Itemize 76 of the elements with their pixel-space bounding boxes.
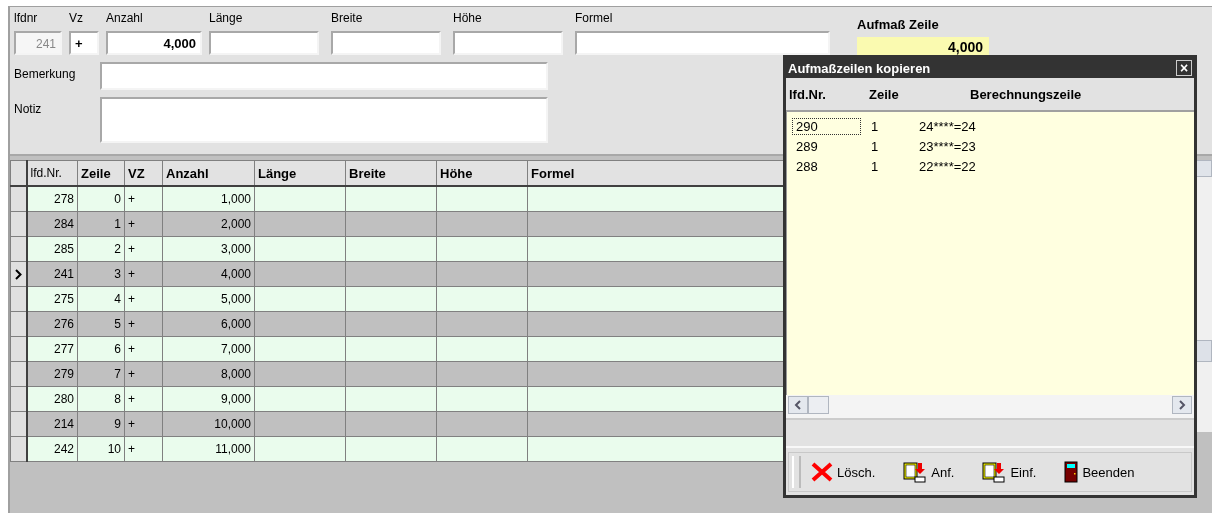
field-label: Breite bbox=[331, 11, 364, 25]
input-field[interactable]: + bbox=[69, 31, 99, 55]
close-button[interactable]: × bbox=[1176, 60, 1192, 76]
list-cell[interactable]: 1 bbox=[871, 118, 919, 134]
delete-button[interactable]: Lösch. bbox=[807, 459, 880, 485]
table-cell: 1,000 bbox=[162, 186, 255, 212]
column-header[interactable]: Zeile bbox=[869, 86, 917, 102]
column-header[interactable]: Breite bbox=[345, 160, 437, 186]
field-label: Vz bbox=[69, 11, 84, 25]
list-cell[interactable]: 289 bbox=[792, 137, 861, 155]
input-field[interactable]: 4,000 bbox=[106, 31, 202, 55]
row-indicator[interactable] bbox=[10, 411, 27, 437]
row-indicator[interactable] bbox=[10, 386, 27, 412]
column-header[interactable]: Zeile bbox=[77, 160, 125, 186]
note-field[interactable] bbox=[100, 97, 548, 143]
input-field[interactable] bbox=[575, 31, 830, 55]
current-row-icon bbox=[14, 269, 22, 281]
table-cell: 11,000 bbox=[162, 436, 255, 462]
scroll-right-icon[interactable] bbox=[1172, 396, 1192, 414]
table-cell: 8,000 bbox=[162, 361, 255, 387]
door-icon bbox=[1064, 461, 1079, 483]
list-cell[interactable]: 290 bbox=[792, 117, 861, 135]
column-header[interactable]: Länge bbox=[254, 160, 346, 186]
table-cell: 2,000 bbox=[162, 211, 255, 237]
field-label: Bemerkung bbox=[14, 66, 77, 81]
row-indicator[interactable] bbox=[10, 236, 27, 262]
field-label: Anzahl bbox=[106, 11, 144, 25]
scroll-left-icon[interactable] bbox=[788, 396, 808, 414]
column-header[interactable]: Höhe bbox=[436, 160, 528, 186]
field-label: Länge bbox=[209, 11, 244, 25]
exit-button[interactable]: Beenden bbox=[1060, 459, 1139, 485]
table-cell: 3,000 bbox=[162, 236, 255, 262]
remark-field[interactable] bbox=[100, 62, 548, 90]
input-field[interactable] bbox=[331, 31, 441, 55]
close-icon bbox=[811, 462, 833, 482]
column-header[interactable]: VZ bbox=[124, 160, 163, 186]
table-cell: 5,000 bbox=[162, 286, 255, 312]
input-field[interactable] bbox=[209, 31, 319, 55]
list-cell[interactable]: 288 bbox=[792, 157, 861, 175]
table-cell: 9,000 bbox=[162, 386, 255, 412]
clipboard-icon bbox=[982, 461, 1007, 483]
row-indicator[interactable] bbox=[10, 286, 27, 312]
clipboard-icon bbox=[903, 461, 928, 483]
field-label: Notiz bbox=[14, 101, 43, 116]
column-header[interactable]: lfd.Nr. bbox=[789, 86, 869, 102]
dialog-title: Aufmaßzeilen kopieren bbox=[788, 60, 931, 76]
field-label: Höhe bbox=[453, 11, 483, 25]
list-cell[interactable]: 1 bbox=[871, 158, 919, 174]
table-cell: 7,000 bbox=[162, 336, 255, 362]
row-indicator[interactable] bbox=[10, 436, 27, 462]
row-indicator[interactable] bbox=[10, 311, 27, 337]
total-label: Aufmaß Zeile bbox=[857, 17, 940, 32]
append-button[interactable]: Anf. bbox=[899, 459, 959, 485]
scroll-thumb[interactable] bbox=[808, 396, 829, 414]
column-header[interactable]: Berechnungszeile bbox=[970, 86, 1082, 102]
table-cell: 10,000 bbox=[162, 411, 255, 437]
row-indicator[interactable] bbox=[10, 186, 27, 212]
input-field[interactable] bbox=[453, 31, 563, 55]
list-cell[interactable]: 22****=22 bbox=[919, 158, 976, 174]
field-label: Formel bbox=[575, 11, 614, 25]
row-header bbox=[10, 160, 27, 186]
row-indicator[interactable] bbox=[10, 361, 27, 387]
list-cell[interactable]: 1 bbox=[871, 138, 919, 154]
list-cell[interactable]: 23****=23 bbox=[919, 138, 976, 154]
list-cell[interactable]: 24****=24 bbox=[919, 118, 976, 134]
row-indicator[interactable] bbox=[10, 211, 27, 237]
field-label: lfdnr bbox=[14, 11, 39, 25]
toolbar-grip[interactable] bbox=[792, 456, 801, 488]
row-indicator[interactable] bbox=[10, 336, 27, 362]
column-header[interactable]: Anzahl bbox=[162, 160, 255, 186]
column-header[interactable]: lfd.Nr. bbox=[26, 160, 78, 186]
row-indicator[interactable] bbox=[10, 261, 27, 287]
table-cell: 6,000 bbox=[162, 311, 255, 337]
table-cell: 4,000 bbox=[162, 261, 255, 287]
insert-button[interactable]: Einf. bbox=[978, 459, 1041, 485]
horizontal-scrollbar[interactable] bbox=[786, 395, 1194, 420]
